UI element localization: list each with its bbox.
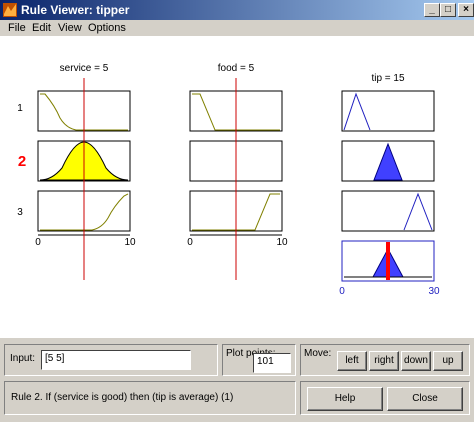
action-panel: Help Close [300, 381, 470, 415]
tip-axis-min: 0 [339, 286, 345, 297]
help-button[interactable]: Help [307, 387, 383, 411]
tip-column-title: tip = 15 [371, 73, 405, 84]
tip-column: 0 30 [339, 90, 440, 297]
plot-points-panel: Plot points: 101 [222, 344, 296, 376]
menu-file[interactable]: File [8, 22, 26, 34]
rule-number-1[interactable]: 1 [17, 103, 23, 114]
move-right-button[interactable]: right [369, 351, 399, 371]
title-bar: Rule Viewer: tipper _ □ × [0, 0, 474, 20]
menu-bar: File Edit View Options [0, 20, 474, 36]
plot-points-field[interactable]: 101 [253, 353, 291, 373]
rule-number-2-active[interactable]: 2 [18, 153, 26, 170]
rule-plots: service = 5 food = 5 tip = 15 1 2 3 0 10 [17, 63, 440, 297]
service-column: 0 10 [35, 78, 136, 280]
food-column-title: food = 5 [218, 63, 255, 74]
food-column: 0 10 [187, 78, 288, 280]
plot-tip-rule3 [341, 190, 435, 232]
plot-tip-rule1 [341, 90, 435, 132]
move-left-button[interactable]: left [337, 351, 367, 371]
move-label: Move: [304, 348, 332, 359]
rule-plot-area: service = 5 food = 5 tip = 15 1 2 3 0 10 [0, 36, 474, 338]
close-window-button[interactable]: × [458, 3, 474, 17]
rule-viewer-window: Rule Viewer: tipper _ □ × File Edit View… [0, 0, 474, 422]
window-title: Rule Viewer: tipper [21, 3, 130, 17]
status-text: Rule 2. If (service is good) then (tip i… [11, 392, 234, 403]
input-label: Input: [10, 353, 36, 364]
menu-options[interactable]: Options [88, 22, 126, 34]
matlab-logo-icon [3, 3, 17, 17]
food-axis-min: 0 [187, 237, 193, 248]
move-down-button[interactable]: down [401, 351, 431, 371]
move-panel: Move: left right down up [300, 344, 470, 376]
service-column-title: service = 5 [60, 63, 109, 74]
minimize-button[interactable]: _ [424, 3, 440, 17]
input-panel: Input: [5 5] [4, 344, 218, 376]
status-panel: Rule 2. If (service is good) then (tip i… [4, 381, 296, 415]
input-field[interactable]: [5 5] [41, 350, 191, 370]
menu-edit[interactable]: Edit [32, 22, 51, 34]
menu-view[interactable]: View [58, 22, 82, 34]
rule-number-3[interactable]: 3 [17, 207, 23, 218]
move-up-button[interactable]: up [433, 351, 463, 371]
service-axis-min: 0 [35, 237, 41, 248]
tip-axis-max: 30 [428, 286, 440, 297]
food-axis-max: 10 [276, 237, 288, 248]
service-axis-max: 10 [124, 237, 136, 248]
maximize-button[interactable]: □ [440, 3, 456, 17]
close-button[interactable]: Close [387, 387, 463, 411]
